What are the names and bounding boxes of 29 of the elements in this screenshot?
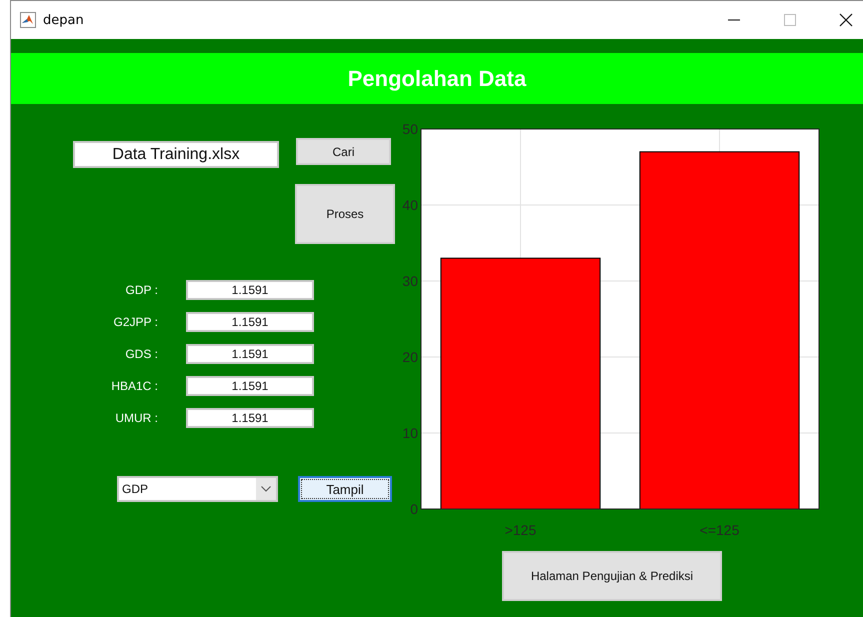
parameter-label: G2JPP : — [112, 315, 158, 329]
file-name-field[interactable]: Data Training.xlsx — [73, 141, 279, 168]
header-title: Pengolahan Data — [348, 66, 526, 92]
variable-dropdown[interactable]: GDP — [117, 476, 278, 502]
app-logo-icon — [20, 12, 36, 28]
browse-button[interactable]: Cari — [296, 138, 391, 165]
parameter-value-field[interactable]: 1.1591 — [186, 376, 314, 396]
parameter-value-field[interactable]: 1.1591 — [186, 312, 314, 332]
parameter-label: GDP : — [124, 283, 158, 297]
process-button[interactable]: Proses — [295, 184, 395, 244]
y-tick-label: 20 — [402, 349, 418, 365]
parameter-label: GDS : — [124, 347, 158, 361]
parameter-value-field[interactable]: 1.1591 — [186, 344, 314, 364]
parameter-label: UMUR : — [114, 411, 158, 425]
y-tick-label: 10 — [402, 425, 418, 441]
y-tick-label: 40 — [402, 197, 418, 213]
x-tick-label: <=125 — [700, 522, 740, 538]
parameter-value-field[interactable]: 1.1591 — [186, 408, 314, 428]
y-tick-label: 30 — [402, 273, 418, 289]
parameter-value-field[interactable]: 1.1591 — [186, 280, 314, 300]
y-tick-label: 0 — [410, 501, 418, 517]
x-tick-label: >125 — [504, 522, 536, 538]
chevron-down-icon — [261, 486, 271, 492]
close-icon[interactable] — [839, 13, 853, 27]
testing-prediction-page-button[interactable]: Halaman Pengujian & Prediksi — [502, 551, 722, 601]
window-title: depan — [43, 12, 84, 28]
show-button[interactable]: Tampil — [298, 476, 392, 502]
y-tick-label: 50 — [402, 121, 418, 137]
parameter-label: HBA1C : — [110, 379, 158, 393]
